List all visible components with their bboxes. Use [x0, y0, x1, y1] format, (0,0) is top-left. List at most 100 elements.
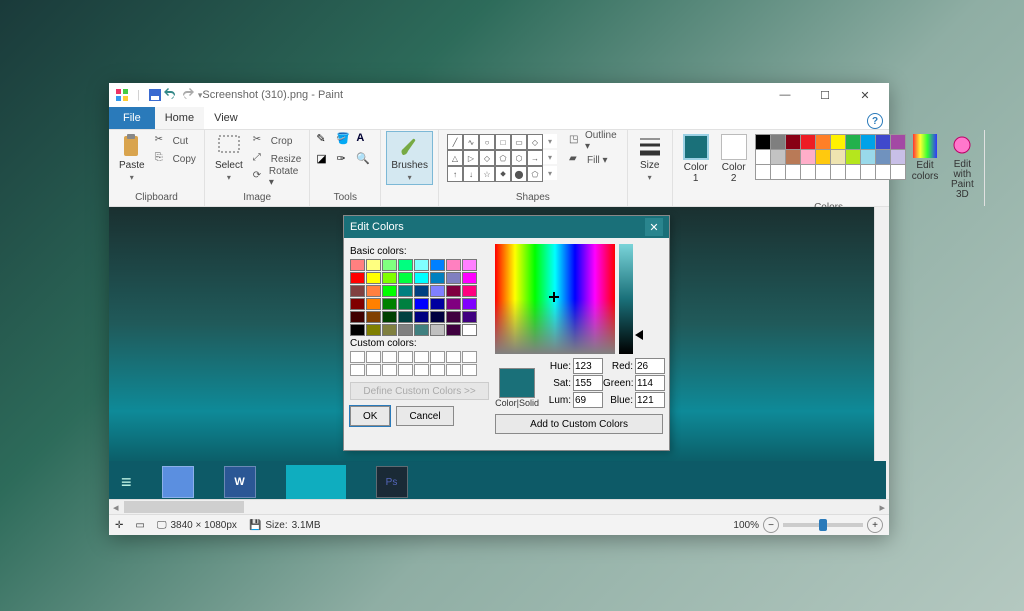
word-icon: W [224, 466, 256, 498]
task-icon [286, 465, 346, 499]
scrollbar-thumb[interactable] [124, 501, 244, 513]
sat-label: Sat: [545, 378, 571, 389]
minimize-button[interactable]: — [765, 83, 805, 107]
hue-input[interactable] [573, 358, 603, 374]
selection-icon: ▭ [135, 520, 144, 531]
red-input[interactable] [635, 358, 665, 374]
bucket-tool[interactable]: 🪣 [336, 132, 354, 150]
edit-colors-dialog: Edit Colors ✕ Basic colors: [343, 215, 670, 451]
dialog-title-bar[interactable]: Edit Colors ✕ [344, 216, 669, 238]
zoom-out-button[interactable]: − [763, 517, 779, 533]
color-solid-label: Color|Solid [495, 398, 539, 408]
cut-button[interactable]: ✂Cut [153, 132, 198, 150]
define-custom-colors-button: Define Custom Colors >> [350, 382, 489, 400]
group-brushes: Brushes ▾ [381, 130, 439, 206]
pencil-tool[interactable]: ✎ [316, 132, 334, 150]
shapes-gallery[interactable]: ╱∿○□▭◇▾ △▷◇⬠⬡→▾ ↑↓☆⬥⬤⬠▾ [445, 132, 559, 182]
blue-label: Blue: [603, 395, 633, 406]
lum-label: Lum: [545, 395, 571, 406]
crop-icon: ✂ [253, 134, 267, 148]
horizontal-scrollbar[interactable]: ◂ ▸ [109, 499, 889, 514]
color1-button[interactable]: Color 1 [679, 132, 713, 186]
title-bar: | ▾ Screenshot (310).png - Paint — ☐ ✕ [109, 83, 889, 107]
help-icon[interactable]: ? [867, 113, 883, 129]
size-button[interactable]: Size ▾ [634, 132, 666, 184]
color2-button[interactable]: Color 2 [717, 132, 751, 186]
cut-icon: ✂ [155, 134, 169, 148]
lum-input[interactable] [573, 392, 603, 408]
luminance-slider[interactable] [619, 244, 633, 354]
select-button[interactable]: Select ▾ [211, 132, 247, 184]
sat-input[interactable] [573, 375, 603, 391]
red-label: Red: [603, 361, 633, 372]
basic-colors-label: Basic colors: [350, 246, 489, 257]
scroll-right-icon[interactable]: ▸ [875, 501, 889, 514]
group-size: Size ▾ [628, 130, 673, 206]
hue-label: Hue: [545, 361, 571, 372]
color-preview [499, 368, 535, 398]
file-size: 💾Size: 3.1MB [249, 520, 321, 531]
outline-icon: ◳ [569, 134, 581, 148]
copy-button[interactable]: ⎘Copy [153, 150, 198, 168]
screenshot-taskbar: ≡ W Ps [109, 461, 886, 499]
basic-colors-grid[interactable] [350, 259, 489, 336]
crop-button[interactable]: ✂Crop [251, 132, 304, 150]
green-input[interactable] [635, 375, 665, 391]
color-gradient-picker[interactable] [495, 244, 615, 354]
ribbon: Paste ▾ ✂Cut ⎘Copy Clipboard Select ▾ ✂C [109, 130, 889, 207]
close-button[interactable]: ✕ [845, 83, 885, 107]
scroll-left-icon[interactable]: ◂ [109, 501, 123, 514]
rotate-icon: ⟳ [253, 170, 265, 184]
cursor-icon: ✛ [115, 520, 123, 531]
tab-home[interactable]: Home [155, 107, 204, 129]
zoom-in-button[interactable]: + [867, 517, 883, 533]
edit-colors-button[interactable]: Edit colors [908, 132, 943, 184]
picker-tool[interactable]: ✑ [336, 152, 354, 170]
custom-colors-label: Custom colors: [350, 338, 489, 349]
shape-fill-button[interactable]: ▰Fill ▾ [567, 151, 621, 169]
zoom-value: 100% [733, 520, 759, 531]
redo-icon[interactable] [180, 88, 194, 102]
rotate-button[interactable]: ⟳Rotate ▾ [251, 168, 304, 186]
paint-window: | ▾ Screenshot (310).png - Paint — ☐ ✕ F… [109, 83, 889, 535]
luminance-pointer-icon[interactable] [635, 330, 643, 340]
edit-paint3d-button[interactable]: Edit with Paint 3D [946, 132, 978, 202]
maximize-button[interactable]: ☐ [805, 83, 845, 107]
cancel-button[interactable]: Cancel [396, 406, 453, 426]
add-to-custom-button[interactable]: Add to Custom Colors [495, 414, 663, 434]
paste-button[interactable]: Paste ▾ [115, 132, 149, 184]
custom-colors-grid[interactable] [350, 351, 489, 376]
canvas-dimensions: 🖵3840 × 1080px [157, 520, 237, 531]
copy-icon: ⎘ [155, 152, 169, 166]
cursor-pos: ✛ [115, 520, 123, 531]
color-palette[interactable] [755, 132, 904, 178]
disk-icon: 💾 [249, 520, 261, 531]
crosshair-icon [549, 292, 559, 302]
blue-input[interactable] [635, 392, 665, 408]
ok-button[interactable]: OK [350, 406, 390, 426]
group-shapes: ╱∿○□▭◇▾ △▷◇⬠⬡→▾ ↑↓☆⬥⬤⬠▾ ◳Outline ▾ ▰Fill… [439, 130, 628, 206]
brushes-button[interactable]: Brushes ▾ [387, 132, 432, 184]
save-icon[interactable] [148, 88, 162, 102]
text-tool[interactable]: A [356, 132, 374, 150]
group-tools: ✎ 🪣 A ◪ ✑ 🔍 Tools [310, 130, 381, 206]
group-clipboard: Paste ▾ ✂Cut ⎘Copy Clipboard [109, 130, 205, 206]
undo-icon[interactable] [164, 88, 178, 102]
magnifier-tool[interactable]: 🔍 [356, 152, 374, 170]
ribbon-tabs: File Home View ? [109, 107, 889, 130]
zoom-slider[interactable] [783, 523, 863, 527]
tab-file[interactable]: File [109, 107, 155, 129]
vertical-scrollbar[interactable] [874, 207, 889, 499]
tab-view[interactable]: View [204, 107, 248, 129]
green-label: Green: [603, 378, 633, 389]
fill-icon: ▰ [569, 153, 583, 167]
app-icon [115, 88, 129, 102]
shape-outline-button[interactable]: ◳Outline ▾ [567, 132, 621, 150]
resize-icon: ⤢ [253, 152, 267, 166]
status-bar: ✛ ▭ 🖵3840 × 1080px 💾Size: 3.1MB 100% − + [109, 514, 889, 535]
canvas[interactable]: ≡ W Ps Edit Colors ✕ Basic colors: [109, 207, 874, 499]
dialog-close-button[interactable]: ✕ [645, 218, 663, 236]
ps-icon: Ps [376, 466, 408, 498]
canvas-area: ≡ W Ps Edit Colors ✕ Basic colors: [109, 207, 889, 499]
eraser-tool[interactable]: ◪ [316, 152, 334, 170]
